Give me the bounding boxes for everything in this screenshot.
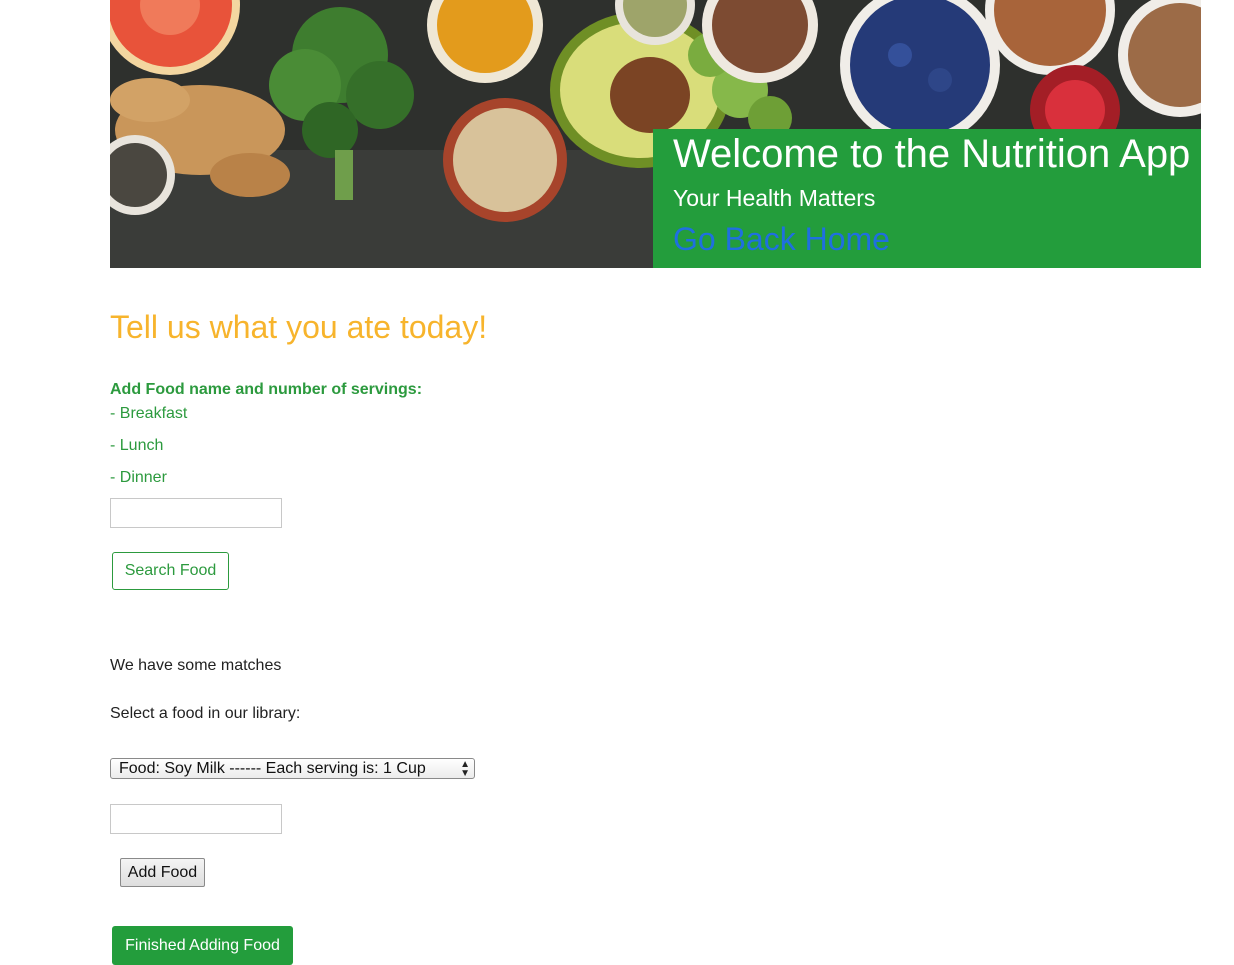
hero-subtitle: Your Health Matters [673, 185, 876, 211]
servings-input[interactable] [110, 804, 282, 834]
hero-title: Welcome to the Nutrition App [673, 132, 1191, 176]
meal-item-lunch: - Lunch [110, 437, 164, 454]
meal-item-dinner: - Dinner [110, 469, 167, 486]
food-search-input[interactable] [110, 498, 282, 528]
hero-banner: Welcome to the Nutrition App Your Health… [110, 0, 1201, 268]
meal-item-breakfast: - Breakfast [110, 405, 188, 422]
add-food-button[interactable]: Add Food [120, 858, 205, 887]
search-food-button[interactable]: Search Food [112, 552, 229, 590]
page: Welcome to the Nutrition App Your Health… [0, 0, 1234, 965]
food-select-value: Food: Soy Milk ------ Each serving is: 1… [119, 760, 426, 777]
matches-text: We have some matches [110, 657, 282, 674]
instructions-label: Add Food name and number of servings: [110, 381, 423, 398]
page-heading: Tell us what you ate today! [110, 309, 488, 345]
select-food-label: Select a food in our library: [110, 705, 301, 722]
finished-adding-food-button[interactable]: Finished Adding Food [112, 926, 293, 965]
go-back-home-link[interactable]: Go Back Home [673, 220, 890, 258]
select-arrows-icon: ▲ ▼ [460, 758, 470, 779]
food-select[interactable]: Food: Soy Milk ------ Each serving is: 1… [110, 758, 475, 779]
hero-title-panel: Welcome to the Nutrition App Your Health… [653, 129, 1201, 268]
